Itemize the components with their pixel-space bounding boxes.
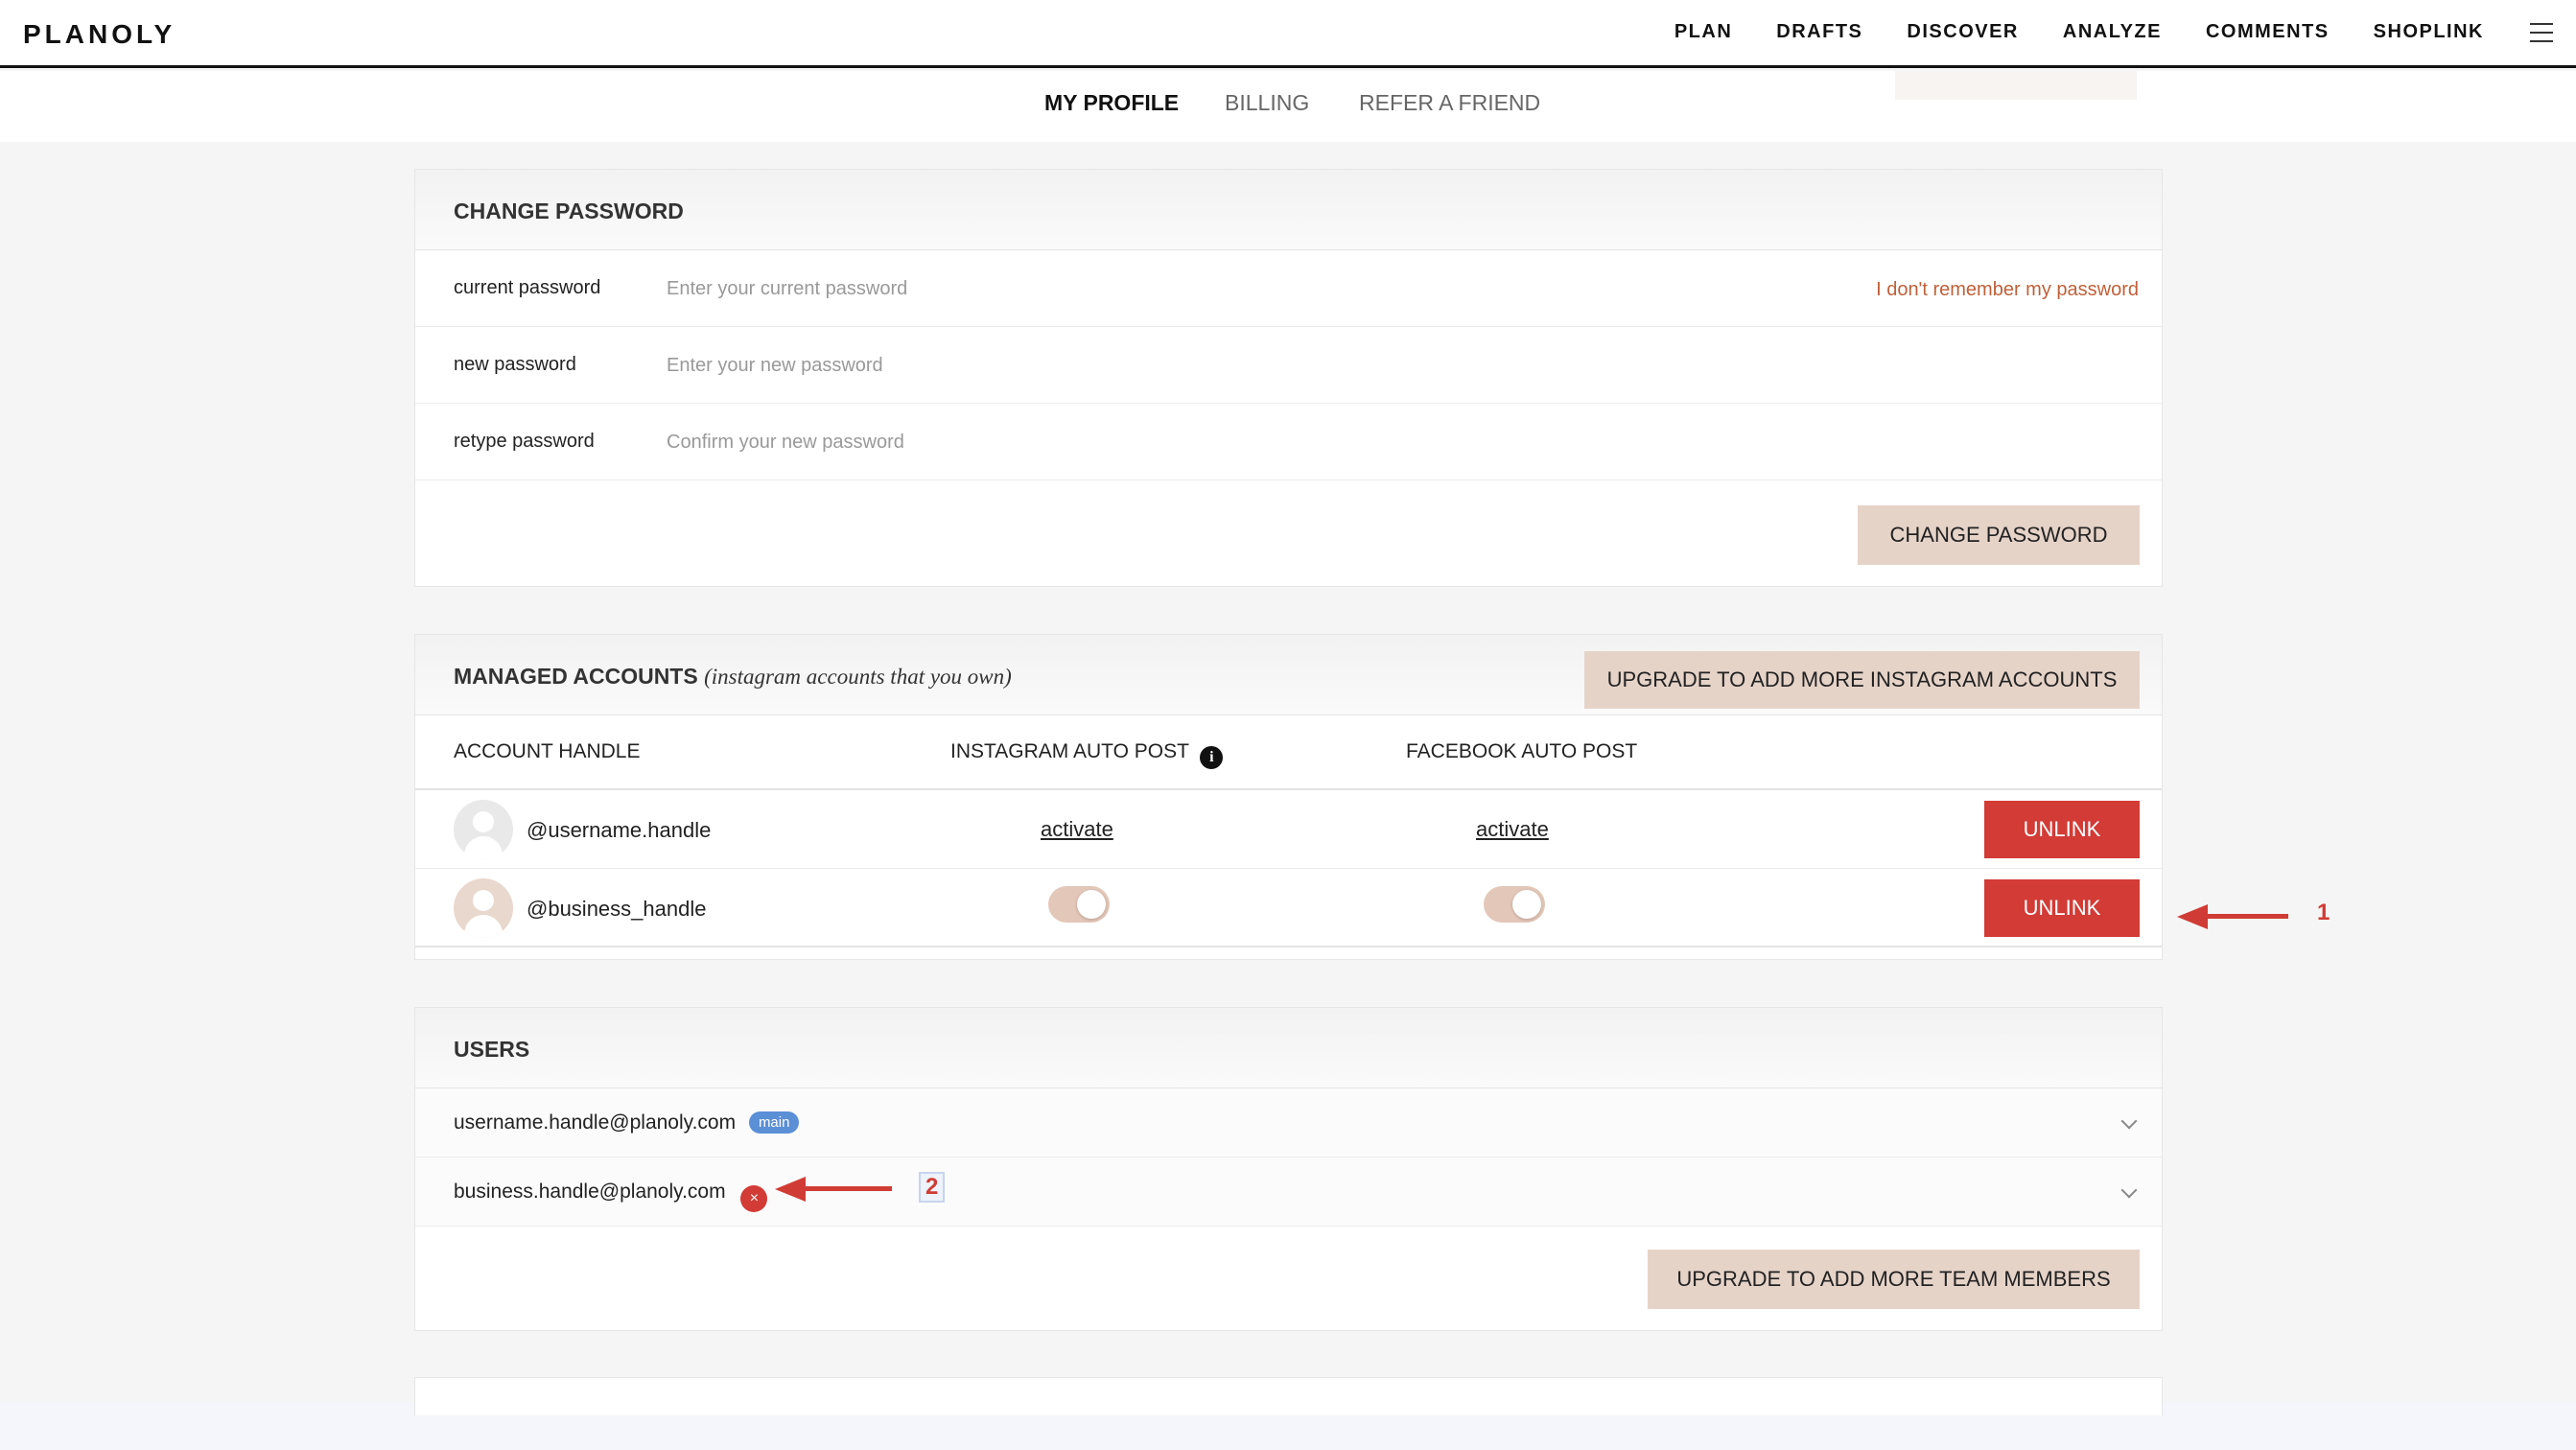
chevron-down-icon[interactable] — [2120, 1181, 2138, 1199]
user-email: username.handle@planoly.com main — [454, 1111, 800, 1134]
change-password-title: CHANGE PASSWORD — [454, 199, 684, 223]
retype-password-row: retype password — [415, 404, 2162, 480]
nav-discover[interactable]: DISCOVER — [1907, 21, 2018, 43]
managed-accounts-card: MANAGED ACCOUNTS (instagram accounts tha… — [414, 634, 2163, 960]
avatar — [454, 800, 513, 859]
account-handle: @username.handle — [527, 818, 712, 842]
hamburger-menu-icon[interactable] — [2530, 23, 2553, 42]
users-header: USERS — [415, 1008, 2162, 1088]
managed-accounts-title-text: MANAGED ACCOUNTS — [454, 664, 698, 689]
annotation-arrow-1-line — [2206, 914, 2288, 919]
annotation-arrow-2-head — [775, 1177, 806, 1202]
managed-accounts-header: MANAGED ACCOUNTS (instagram accounts tha… — [415, 635, 2162, 715]
managed-accounts-column-headers: ACCOUNT HANDLE INSTAGRAM AUTO POST i FAC… — [415, 715, 2162, 790]
current-password-label: current password — [454, 277, 601, 298]
column-facebook-auto-post: FACEBOOK AUTO POST — [1406, 740, 1638, 762]
next-section-card — [414, 1377, 2163, 1415]
retype-password-input[interactable] — [667, 421, 1530, 463]
nav-analyze[interactable]: ANALYZE — [2063, 21, 2162, 43]
nav-comments[interactable]: COMMENTS — [2206, 21, 2330, 43]
profile-subtabs: MY PROFILE BILLING REFER A FRIEND — [0, 71, 2576, 142]
unlink-button[interactable]: UNLINK — [1984, 801, 2140, 858]
nav-plan[interactable]: PLAN — [1674, 21, 1732, 43]
main-nav: PLAN DRAFTS DISCOVER ANALYZE COMMENTS SH… — [1630, 21, 2484, 43]
facebook-auto-post-toggle[interactable] — [1484, 886, 1545, 923]
update-profile-button-ghost — [1895, 71, 2137, 100]
retype-password-label: retype password — [454, 431, 595, 452]
user-email-text: username.handle@planoly.com — [454, 1111, 737, 1134]
column-account-handle: ACCOUNT HANDLE — [454, 740, 641, 762]
new-password-input[interactable] — [667, 344, 1530, 386]
account-row: @username.handle activate activate UNLIN… — [415, 790, 2162, 869]
nav-drafts[interactable]: DRAFTS — [1776, 21, 1862, 43]
user-email-text: business.handle@planoly.com — [454, 1181, 726, 1203]
remove-user-icon[interactable]: × — [740, 1185, 768, 1212]
current-password-row: current password I don't remember my pas… — [415, 250, 2162, 327]
users-title: USERS — [454, 1037, 530, 1062]
change-password-card: CHANGE PASSWORD current password I don't… — [414, 169, 2163, 587]
users-card: USERS username.handle@planoly.com main b… — [414, 1007, 2163, 1331]
user-email: business.handle@planoly.com × — [454, 1181, 768, 1212]
annotation-arrow-1-head — [2177, 904, 2208, 929]
new-password-label: new password — [454, 354, 576, 375]
annotation-arrow-2-line — [804, 1186, 892, 1191]
forgot-password-link[interactable]: I don't remember my password — [1876, 279, 2139, 301]
tab-refer-a-friend[interactable]: REFER A FRIEND — [1359, 90, 1540, 116]
managed-accounts-title: MANAGED ACCOUNTS (instagram accounts tha… — [454, 664, 1012, 690]
tab-my-profile[interactable]: MY PROFILE — [1044, 90, 1179, 116]
column-instagram-auto-post-label: INSTAGRAM AUTO POST — [950, 740, 1189, 762]
instagram-activate-link[interactable]: activate — [1041, 817, 1113, 842]
facebook-activate-link[interactable]: activate — [1476, 817, 1549, 842]
tab-billing[interactable]: BILLING — [1225, 90, 1309, 116]
info-icon[interactable]: i — [1200, 746, 1224, 769]
unlink-button[interactable]: UNLINK — [1984, 879, 2140, 937]
chevron-down-icon[interactable] — [2120, 1112, 2138, 1130]
user-row[interactable]: username.handle@planoly.com main — [415, 1088, 2162, 1158]
current-password-input[interactable] — [667, 268, 1530, 310]
new-password-row: new password — [415, 327, 2162, 404]
annotation-step-1: 1 — [2317, 900, 2330, 925]
account-row: @business_handle UNLINK — [415, 869, 2162, 947]
user-row[interactable]: business.handle@planoly.com × — [415, 1158, 2162, 1227]
upgrade-team-members-button[interactable]: UPGRADE TO ADD MORE TEAM MEMBERS — [1648, 1250, 2140, 1309]
change-password-button[interactable]: CHANGE PASSWORD — [1858, 505, 2140, 565]
account-handle: @business_handle — [527, 897, 707, 921]
planoly-logo[interactable]: PLANOLY — [23, 19, 176, 50]
main-badge: main — [748, 1111, 800, 1134]
nav-shoplink[interactable]: SHOPLINK — [2374, 21, 2484, 43]
upgrade-instagram-accounts-button[interactable]: UPGRADE TO ADD MORE INSTAGRAM ACCOUNTS — [1584, 651, 2140, 709]
instagram-auto-post-toggle[interactable] — [1048, 886, 1110, 923]
avatar — [454, 878, 513, 938]
column-instagram-auto-post: INSTAGRAM AUTO POST i — [950, 740, 1224, 769]
managed-accounts-subtitle: (instagram accounts that you own) — [704, 665, 1012, 689]
top-navigation-bar: PLANOLY PLAN DRAFTS DISCOVER ANALYZE COM… — [0, 0, 2576, 68]
annotation-step-2: 2 — [919, 1172, 946, 1203]
change-password-header: CHANGE PASSWORD — [415, 170, 2162, 250]
